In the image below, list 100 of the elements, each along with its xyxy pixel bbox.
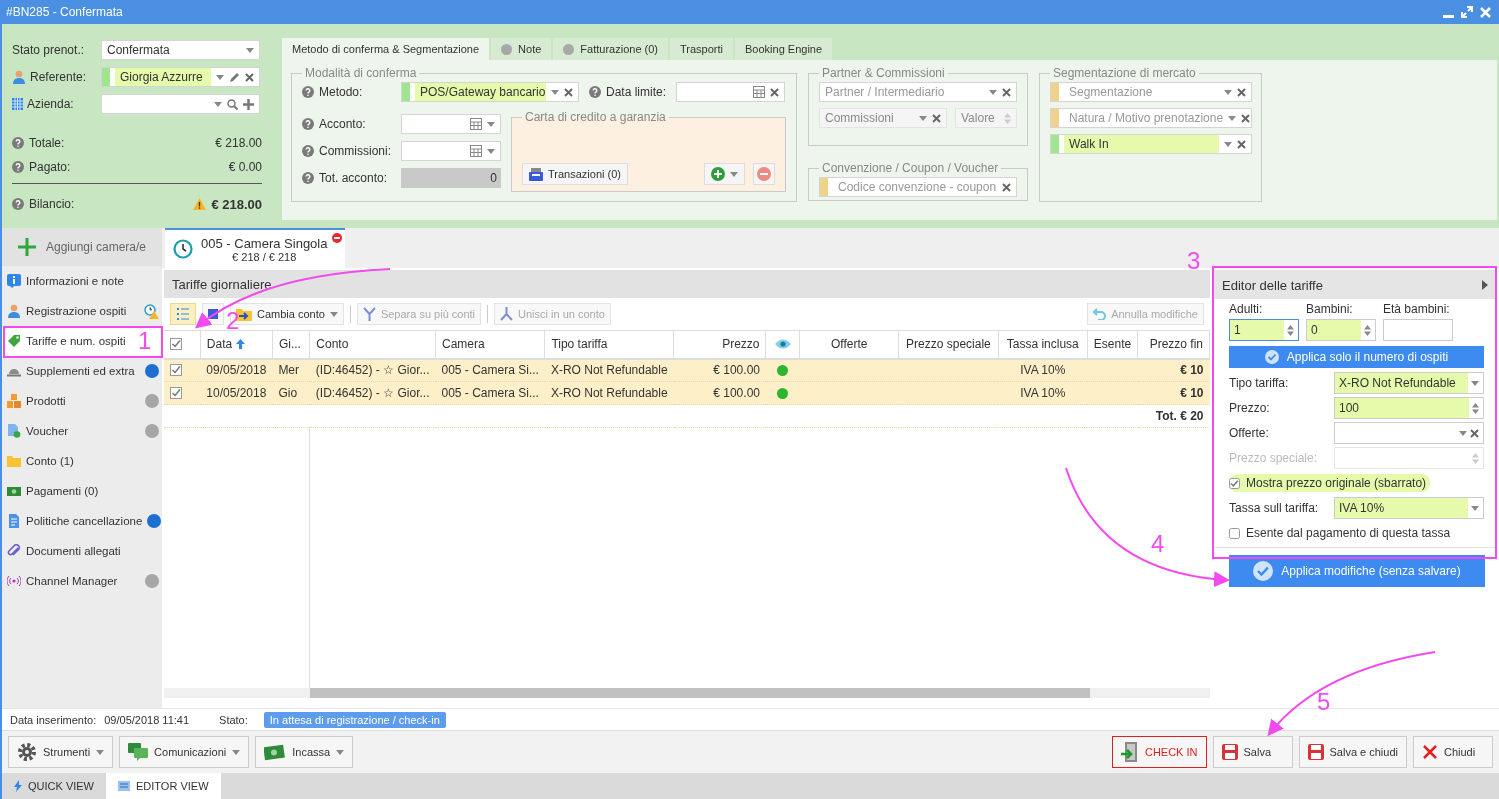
- adults-spinner[interactable]: 1: [1229, 319, 1299, 341]
- calculator-icon[interactable]: [470, 118, 482, 130]
- plus-icon: [17, 238, 36, 256]
- view-tab[interactable]: EDITOR VIEW: [106, 773, 221, 799]
- save-button[interactable]: Salva e chiudi: [1298, 736, 1407, 768]
- total-label: Pagato:: [29, 160, 71, 174]
- remove-icon[interactable]: [332, 233, 342, 243]
- deposit-total-field: 0: [401, 168, 501, 188]
- checkbox-icon[interactable]: [1229, 477, 1240, 489]
- select-field[interactable]: X-RO Not Refundable: [1334, 372, 1484, 394]
- horizontal-scrollbar[interactable]: [164, 688, 1210, 698]
- sidebar-item[interactable]: Prodotti: [2, 386, 162, 416]
- close-icon[interactable]: [1002, 87, 1011, 97]
- close-button[interactable]: Chiudi: [1413, 736, 1493, 768]
- close-icon[interactable]: [564, 87, 573, 97]
- door-arrow-icon: [1120, 742, 1139, 762]
- close-icon[interactable]: [1237, 87, 1246, 97]
- room-tab[interactable]: 005 - Camera Singola € 218 / € 218: [165, 228, 345, 268]
- view-toggle-button[interactable]: [170, 303, 196, 325]
- search-icon[interactable]: [227, 98, 238, 110]
- save-button[interactable]: Salva: [1212, 736, 1293, 768]
- tab[interactable]: Fatturazione (0): [553, 38, 668, 60]
- date-field[interactable]: [676, 82, 785, 102]
- calendar-icon[interactable]: [753, 86, 765, 98]
- sidebar-item[interactable]: Informazioni e note: [2, 266, 162, 296]
- close-icon[interactable]: [1241, 113, 1251, 123]
- building-icon: [12, 98, 23, 110]
- check-in-button[interactable]: CHECK IN: [1111, 736, 1207, 768]
- calculator-icon[interactable]: [470, 145, 482, 157]
- check-circle-icon: [1253, 561, 1274, 581]
- segment-select[interactable]: Walk In: [1050, 134, 1252, 154]
- sidebar-item[interactable]: Supplementi ed extra: [2, 356, 162, 386]
- merge-icon: [500, 307, 514, 321]
- children-spinner[interactable]: 0: [1306, 319, 1376, 341]
- method-select[interactable]: POS/Gateway bancario: [401, 82, 579, 102]
- transactions-button[interactable]: Transazioni (0): [522, 163, 628, 185]
- clock-icon: [173, 239, 193, 259]
- field-label: Stato:: [219, 713, 248, 726]
- remove-button[interactable]: [753, 163, 775, 185]
- sidebar-item[interactable]: Conto (1): [2, 446, 162, 476]
- table-cell: X-RO Not Refundable: [544, 381, 674, 405]
- table-cell: (ID:46452) - ☆ Gior...: [309, 381, 436, 405]
- children-age-field[interactable]: [1383, 319, 1453, 341]
- table-cell: Gio: [272, 381, 310, 405]
- add-menu-button[interactable]: [704, 163, 745, 185]
- tab[interactable]: Trasporti: [670, 38, 733, 60]
- list-icon: [176, 307, 190, 321]
- view-tab[interactable]: QUICK VIEW: [2, 773, 106, 799]
- close-icon[interactable]: [1237, 139, 1246, 149]
- close-icon[interactable]: [1470, 428, 1479, 438]
- commission-field[interactable]: [401, 141, 501, 161]
- sidebar-item[interactable]: Voucher: [2, 416, 162, 446]
- total-value: € 218.00: [211, 196, 262, 212]
- person-icon: [7, 304, 21, 318]
- tab[interactable]: Booking Engine: [735, 38, 833, 60]
- contact-select[interactable]: Giorgia Azzurre: [101, 67, 260, 87]
- checkbox[interactable]: Mostra prezzo originale (sbarrato): [1229, 474, 1431, 492]
- number-field[interactable]: [1334, 447, 1484, 469]
- split-icon: [362, 307, 376, 321]
- pencil-icon[interactable]: [229, 71, 240, 83]
- checkbox-icon[interactable]: [170, 338, 182, 351]
- group-title: Partner & Commissioni: [821, 66, 946, 80]
- add-room-button[interactable]: Aggiungi camera/e: [2, 228, 162, 266]
- folder-arrow-icon: [236, 307, 252, 321]
- tab[interactable]: Note: [491, 38, 552, 60]
- sidebar-item[interactable]: Channel Manager: [2, 566, 162, 596]
- sidebar-item[interactable]: Politiche cancellazione: [2, 506, 162, 536]
- sidebar-item[interactable]: Documenti allegati: [2, 536, 162, 566]
- plus-icon[interactable]: [243, 98, 254, 110]
- close-icon[interactable]: [1002, 182, 1011, 192]
- number-field[interactable]: 100: [1334, 397, 1484, 419]
- triangle-icon[interactable]: [1482, 280, 1488, 290]
- company-select[interactable]: [101, 94, 260, 114]
- close-icon[interactable]: [245, 72, 254, 82]
- checkbox[interactable]: Esente dal pagamento di questa tassa: [1229, 524, 1455, 542]
- checkbox[interactable]: [170, 387, 182, 399]
- form-icon: [118, 781, 130, 791]
- sidebar-item[interactable]: Pagamenti (0): [2, 476, 162, 506]
- checkbox-icon[interactable]: [1229, 527, 1240, 539]
- field-label: Offerte:: [1229, 426, 1270, 440]
- spinner-arrows-icon[interactable]: [1287, 324, 1294, 336]
- select-field[interactable]: [1334, 422, 1484, 444]
- sidebar-item[interactable]: Registrazione ospiti: [2, 296, 162, 326]
- menu-button[interactable]: Comunicazioni: [119, 736, 250, 768]
- menu-button[interactable]: Strumenti: [8, 736, 114, 768]
- maximize-icon[interactable]: [1461, 6, 1473, 18]
- deposit-field[interactable]: [401, 114, 501, 134]
- select-field[interactable]: IVA 10%: [1334, 497, 1484, 519]
- check-circle-icon: [1264, 350, 1279, 364]
- status-select[interactable]: Confermata: [101, 40, 260, 60]
- tag-icon: [7, 334, 21, 348]
- field-label: Prezzo:: [1229, 401, 1271, 415]
- spinner-arrows-icon[interactable]: [1472, 402, 1479, 414]
- checkbox[interactable]: [170, 364, 182, 377]
- close-icon[interactable]: [770, 87, 779, 97]
- menu-button[interactable]: Incassa: [255, 736, 354, 768]
- spinner-arrows-icon[interactable]: [1364, 324, 1371, 336]
- field-label: Tipo tariffa:: [1229, 376, 1290, 390]
- tab[interactable]: Metodo di conferma & Segmentazione: [282, 38, 490, 60]
- window-title: #BN285 - Confermata: [6, 5, 124, 19]
